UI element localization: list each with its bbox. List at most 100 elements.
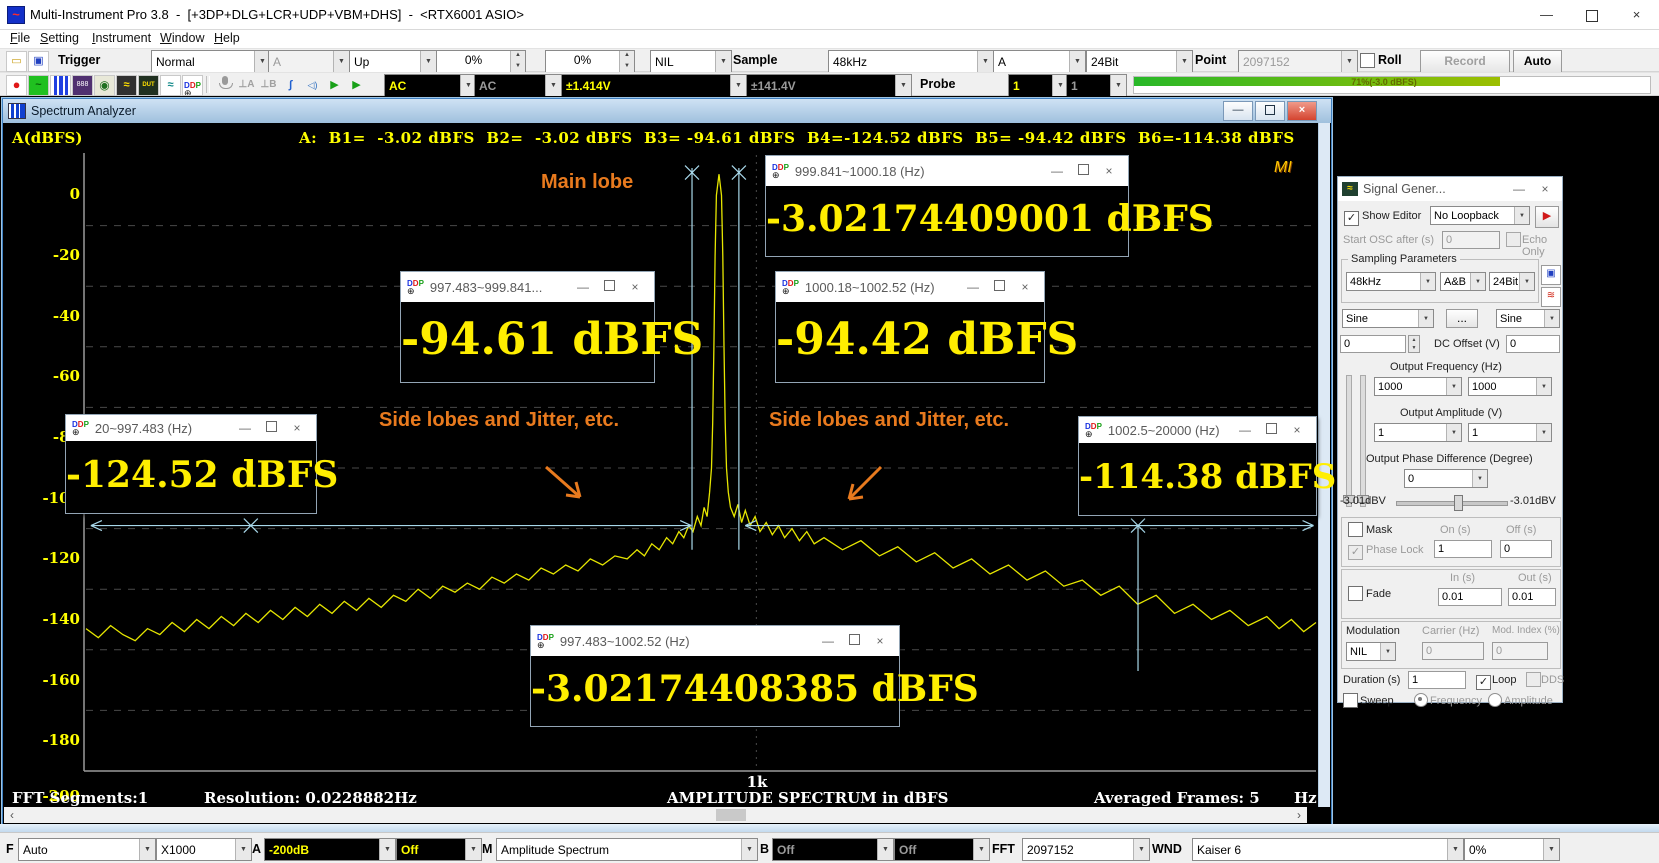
sample-rate-select[interactable]: 48kHz▼ bbox=[828, 50, 994, 73]
trigger-delay-spinner[interactable]: 0%▲▼ bbox=[545, 50, 635, 73]
device-test-plan-icon[interactable]: DUT bbox=[138, 75, 159, 96]
record-icon[interactable]: ● bbox=[6, 75, 27, 96]
scroll-right-arrow[interactable]: › bbox=[1291, 808, 1307, 822]
signal-generator-titlebar[interactable]: ≈ Signal Gener... — × bbox=[1338, 177, 1562, 201]
ddp-titlebar[interactable]: DDP⊕ 1000.18~1002.52 (Hz) — × bbox=[776, 272, 1044, 302]
dc-offset-b-input[interactable]: 0 bbox=[1506, 335, 1560, 353]
trigger-source-select[interactable]: A▼ bbox=[268, 50, 350, 73]
amplitude-b-select[interactable]: 1▼ bbox=[1468, 423, 1552, 442]
data-logger-icon[interactable]: ≈ bbox=[160, 75, 181, 96]
dc-offset-spinner[interactable]: ▲▼ bbox=[1408, 335, 1420, 353]
ddp-maximize-button[interactable] bbox=[986, 280, 1012, 294]
siggen-close-button[interactable]: × bbox=[1532, 182, 1558, 196]
ddp-minimize-button[interactable]: — bbox=[232, 421, 258, 435]
ddp-maximize-button[interactable] bbox=[596, 280, 622, 294]
scroll-left-arrow[interactable]: ‹ bbox=[4, 808, 20, 822]
record-button[interactable]: Record bbox=[1420, 50, 1510, 73]
probe-a-select[interactable]: 1▼ bbox=[1008, 74, 1069, 97]
window-function-select[interactable]: Kaiser 6▼ bbox=[1192, 838, 1464, 861]
siggen-play-button[interactable]: ▶ bbox=[1535, 206, 1559, 228]
waveform-a-select[interactable]: Sine▼ bbox=[1342, 309, 1434, 328]
ddp-close-button[interactable]: × bbox=[867, 634, 893, 648]
menu-window[interactable]: Window bbox=[160, 31, 204, 45]
ddp-minimize-button[interactable]: — bbox=[960, 280, 986, 294]
open-icon[interactable]: ▭ bbox=[6, 51, 27, 72]
auto-button[interactable]: Auto bbox=[1513, 50, 1562, 73]
mask-off-input[interactable]: 0 bbox=[1500, 540, 1552, 558]
mask-on-input[interactable]: 1 bbox=[1434, 540, 1492, 558]
a-range-select[interactable]: -200dB▼ bbox=[264, 838, 396, 861]
spectrum-3d-icon[interactable]: ◉ bbox=[94, 75, 115, 96]
trigger-edge-select[interactable]: Up▼ bbox=[349, 50, 437, 73]
ddp-minimize-button[interactable]: — bbox=[570, 280, 596, 294]
carrier-input[interactable]: 0 bbox=[1422, 642, 1484, 660]
fft-size-select[interactable]: 2097152▼ bbox=[1022, 838, 1150, 861]
waveform-b-select[interactable]: Sine▼ bbox=[1496, 309, 1560, 328]
freq-axis-select[interactable]: Auto▼ bbox=[18, 838, 156, 861]
modulation-select[interactable]: NIL▼ bbox=[1346, 642, 1396, 661]
roll-checkbox[interactable] bbox=[1360, 53, 1375, 69]
amplitude-slider-thumb[interactable] bbox=[1454, 495, 1463, 511]
microphone-icon[interactable] bbox=[214, 75, 235, 96]
speaker-icon[interactable]: ◁) bbox=[302, 75, 323, 96]
sweep-checkbox[interactable] bbox=[1343, 693, 1358, 709]
level-slider-b[interactable] bbox=[1360, 375, 1366, 507]
probe-b-select[interactable]: 1▼ bbox=[1066, 74, 1127, 97]
view-mode-select[interactable]: Amplitude Spectrum▼ bbox=[496, 838, 758, 861]
scrollbar-thumb[interactable] bbox=[716, 809, 746, 821]
ddp-viewer-icon[interactable]: DDP⊕ bbox=[182, 75, 203, 96]
range-a-select[interactable]: ±1.414V▼ bbox=[561, 74, 747, 97]
menu-instrument[interactable]: Instrument bbox=[92, 31, 151, 45]
signal-generator-icon[interactable]: ≈ bbox=[116, 75, 137, 96]
siggen-minimize-button[interactable]: — bbox=[1506, 182, 1532, 196]
ddp-close-button[interactable]: × bbox=[1096, 164, 1122, 178]
spectrum-minimize-button[interactable]: — bbox=[1223, 101, 1253, 121]
ddp-titlebar[interactable]: DDP⊕ 20~997.483 (Hz) — × bbox=[66, 415, 316, 441]
coupling-b-select[interactable]: AC▼ bbox=[474, 74, 562, 97]
frequency-a-select[interactable]: 1000▼ bbox=[1374, 377, 1462, 396]
ddp-minimize-button[interactable]: — bbox=[1232, 423, 1258, 437]
probe-calibration-icon[interactable]: ∫ bbox=[280, 75, 301, 96]
b-shift-select[interactable]: Off▼ bbox=[894, 838, 990, 861]
ddp-titlebar[interactable]: DDP⊕ 997.483~999.841... — × bbox=[401, 272, 654, 302]
menu-help[interactable]: Help bbox=[214, 31, 240, 45]
spectrum-window-titlebar[interactable]: Spectrum Analyzer — × bbox=[3, 99, 1331, 123]
a-shift-select[interactable]: Off▼ bbox=[396, 838, 482, 861]
point-count-select[interactable]: 2097152▼ bbox=[1238, 50, 1358, 73]
fade-checkbox[interactable] bbox=[1348, 586, 1363, 602]
play-output-icon[interactable]: ▶ bbox=[346, 75, 367, 96]
b-range-select[interactable]: Off▼ bbox=[772, 838, 894, 861]
range-b-select[interactable]: ±141.4V▼ bbox=[746, 74, 912, 97]
loopback-select[interactable]: No Loopback▼ bbox=[1430, 206, 1530, 225]
dc-offset-a-input[interactable]: 0 bbox=[1340, 335, 1406, 353]
ddp-maximize-button[interactable] bbox=[1258, 423, 1284, 437]
hpf-select[interactable]: NIL▼ bbox=[650, 50, 732, 73]
trigger-level-spinner[interactable]: 0%▲▼ bbox=[436, 50, 526, 73]
trigger-mode-select[interactable]: Normal▼ bbox=[151, 50, 271, 73]
waveform-more-button[interactable]: ... bbox=[1446, 309, 1478, 328]
show-editor-checkbox[interactable]: ✓ bbox=[1344, 208, 1359, 226]
channel-select[interactable]: A▼ bbox=[993, 50, 1086, 73]
menu-file[interactable]: File bbox=[10, 31, 30, 45]
overlap-select[interactable]: 0%▼ bbox=[1464, 838, 1560, 861]
fade-in-input[interactable]: 0.01 bbox=[1438, 588, 1502, 606]
phase-select[interactable]: 0▼ bbox=[1404, 469, 1488, 488]
ddp-close-button[interactable]: × bbox=[1284, 423, 1310, 437]
mdi-scroll-strip[interactable] bbox=[0, 824, 1659, 832]
bit-depth-select[interactable]: 24Bit▼ bbox=[1086, 50, 1193, 73]
sweep-frequency-radio[interactable] bbox=[1414, 693, 1428, 708]
close-button[interactable]: × bbox=[1614, 0, 1659, 30]
phase-lock-checkbox[interactable]: ✓ bbox=[1348, 542, 1363, 560]
spectrum-analyzer-icon[interactable] bbox=[50, 75, 71, 96]
loop-checkbox[interactable]: ✓ bbox=[1476, 672, 1491, 690]
amplitude-slider[interactable] bbox=[1396, 501, 1508, 506]
ddp-maximize-button[interactable] bbox=[1070, 164, 1096, 178]
coupling-a-select[interactable]: AC▼ bbox=[384, 74, 477, 97]
ground-a-icon[interactable]: ⊥A bbox=[236, 75, 257, 96]
siggen-save-icon[interactable]: ▣ bbox=[1541, 265, 1561, 285]
ground-b-icon[interactable]: ⊥B bbox=[258, 75, 279, 96]
multimeter-icon[interactable]: 888 bbox=[72, 75, 93, 96]
ddp-titlebar[interactable]: DDP⊕ 997.483~1002.52 (Hz) — × bbox=[531, 626, 899, 656]
amplitude-a-select[interactable]: 1▼ bbox=[1374, 423, 1462, 442]
ddp-titlebar[interactable]: DDP⊕ 999.841~1000.18 (Hz) — × bbox=[766, 156, 1128, 186]
